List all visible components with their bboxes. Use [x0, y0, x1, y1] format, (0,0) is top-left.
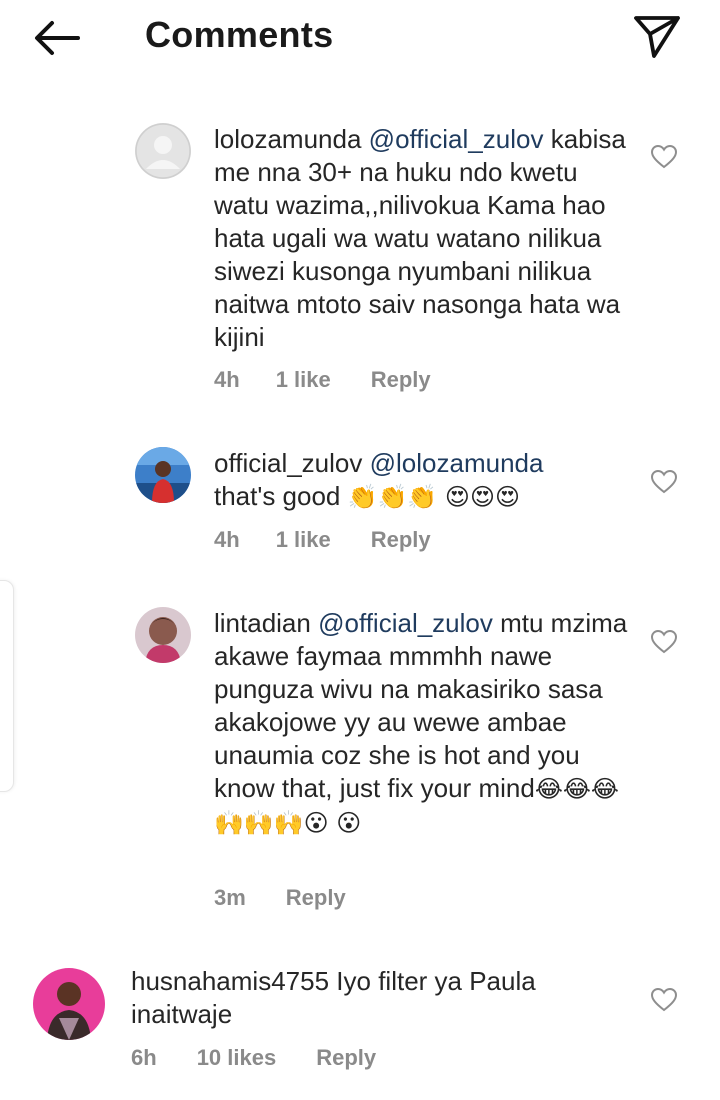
comment-username[interactable]: husnahamis4755: [131, 966, 329, 996]
like-button[interactable]: [650, 144, 678, 170]
page-title: Comments: [145, 14, 334, 55]
comment-time: 4h: [214, 527, 240, 552]
paper-plane-icon: [634, 16, 680, 58]
heart-outline-icon: [650, 987, 678, 1012]
avatar[interactable]: [135, 607, 191, 663]
comment-time: 6h: [131, 1045, 157, 1070]
like-button[interactable]: [650, 629, 678, 655]
comment-username[interactable]: lintadian: [214, 608, 311, 638]
like-button[interactable]: [650, 469, 678, 495]
reply-button[interactable]: Reply: [316, 1045, 376, 1071]
comment-text: that's good: [214, 481, 341, 511]
reply-button[interactable]: Reply: [371, 367, 431, 393]
comment-meta: 3m Reply: [214, 885, 346, 911]
heart-outline-icon: [650, 629, 678, 654]
like-button[interactable]: [650, 987, 678, 1013]
comment-emoji: 👏👏👏 😍😍😍: [347, 483, 520, 511]
comment-likes[interactable]: 1 like: [276, 527, 331, 553]
comment-mention[interactable]: @official_zulov: [369, 124, 544, 154]
comment-meta: 6h 10 likes Reply: [131, 1045, 376, 1071]
header: Comments: [0, 0, 720, 72]
comment-time: 4h: [214, 367, 240, 392]
comment-text: kabisa me nna 30+ na huku ndo kwetu watu…: [214, 124, 626, 352]
side-panel-handle[interactable]: [0, 580, 14, 792]
comment-time: 3m: [214, 885, 246, 910]
comment-meta: 4h 1 like Reply: [214, 527, 431, 553]
reply-button[interactable]: Reply: [286, 885, 346, 911]
reply-button[interactable]: Reply: [371, 527, 431, 553]
comment-body: lintadian @official_zulov mtu mzima akaw…: [214, 607, 634, 840]
comment-meta: 4h 1 like Reply: [214, 367, 431, 393]
user-photo-icon: [33, 968, 105, 1040]
avatar[interactable]: [135, 447, 191, 503]
comment-username[interactable]: official_zulov: [214, 448, 362, 478]
comment-mention[interactable]: @lolozamunda: [370, 448, 544, 478]
avatar[interactable]: [33, 968, 105, 1040]
comment-username[interactable]: lolozamunda: [214, 124, 361, 154]
default-avatar-icon: [135, 123, 191, 179]
user-photo-icon: [135, 447, 191, 503]
comment-mention[interactable]: @official_zulov: [318, 608, 493, 638]
comment-likes[interactable]: 10 likes: [197, 1045, 277, 1071]
user-photo-icon: [135, 607, 191, 663]
comment-body: official_zulov @lolozamunda that's good …: [214, 447, 634, 514]
comment-body: lolozamunda @official_zulov kabisa me nn…: [214, 123, 634, 354]
comment-likes[interactable]: 1 like: [276, 367, 331, 393]
avatar[interactable]: [135, 123, 191, 179]
arrow-left-icon: [35, 21, 80, 55]
heart-outline-icon: [650, 144, 678, 169]
share-button[interactable]: [630, 10, 684, 60]
back-button[interactable]: [30, 12, 84, 60]
comment-body: husnahamis4755 Iyo filter ya Paula inait…: [131, 965, 591, 1031]
heart-outline-icon: [650, 469, 678, 494]
